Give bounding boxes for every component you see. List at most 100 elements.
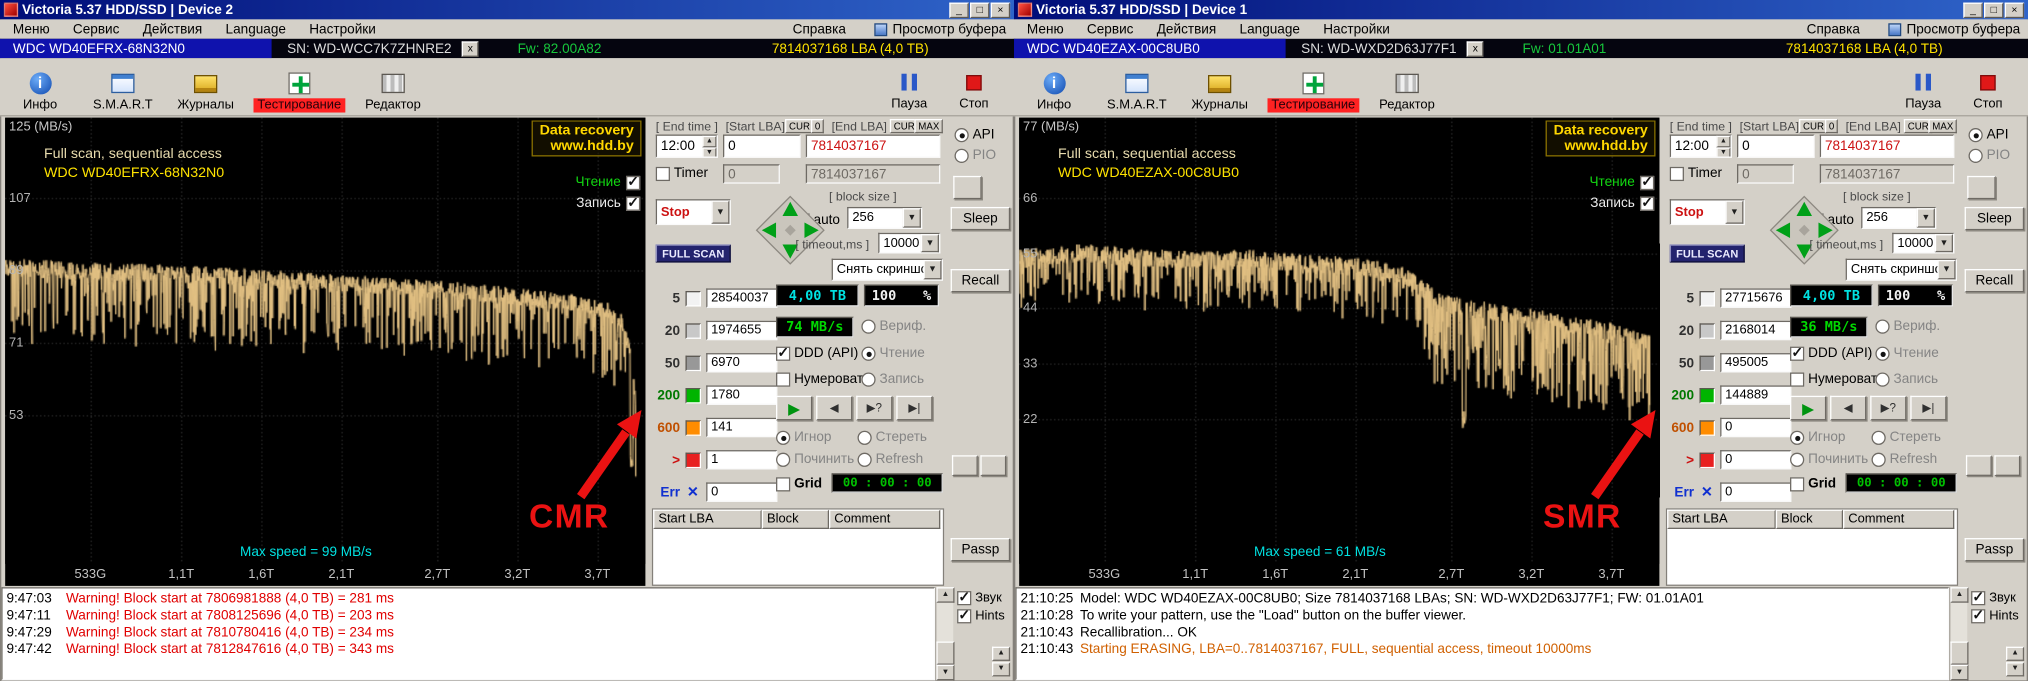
table-header[interactable]: Comment (1843, 510, 1954, 529)
log-scrollbar[interactable]: ▲ ▼ (1949, 587, 1967, 680)
api-radio[interactable] (955, 127, 969, 141)
side-mini-button-2[interactable] (1994, 455, 2020, 476)
block-size-select[interactable]: 256 ▼ (847, 207, 922, 229)
drive-model[interactable]: WDC WD40EZAX-00C8UB0 (1014, 39, 1286, 58)
pio-radio[interactable] (1969, 148, 1983, 162)
erase-radio[interactable] (1872, 430, 1886, 444)
dropdown-arrow-icon[interactable]: ▼ (1937, 260, 1955, 279)
recall-button[interactable]: Recall (1965, 269, 2024, 292)
erase-radio-group[interactable]: Стереть (1872, 429, 1941, 445)
grid-checkbox[interactable] (776, 477, 790, 491)
menu-item-help[interactable]: Справка (793, 21, 846, 37)
block-size-select[interactable]: 256 ▼ (1861, 207, 1936, 229)
mini-scroll-buttons[interactable]: ▲ ▼ (2006, 647, 2024, 677)
start-lba-cur-button[interactable]: CUR (1799, 119, 1828, 133)
start-test-button[interactable]: ▶ (1790, 396, 1826, 421)
sound-checkbox[interactable] (1971, 591, 1985, 605)
ddd-checkbox[interactable] (1790, 346, 1804, 360)
sound-checkbox-group[interactable]: Звук (957, 591, 1013, 605)
end-lba-max-button[interactable]: MAX (1928, 119, 1957, 133)
hints-checkbox-group[interactable]: Hints (957, 609, 1013, 623)
ignore-radio[interactable] (776, 430, 790, 444)
menu-item[interactable]: Действия (1157, 21, 1217, 37)
start-lba-input[interactable]: 0 (723, 135, 801, 158)
sound-checkbox-group[interactable]: Звук (1971, 591, 2027, 605)
timeout-select[interactable]: 10000 ▼ (1892, 233, 1954, 254)
refresh-radio-group[interactable]: Refresh (858, 451, 924, 467)
navigation-pad[interactable] (1768, 194, 1840, 266)
scan-end-action-select[interactable]: Stop ▼ (1670, 199, 1745, 225)
scan-end-action-select[interactable]: Stop ▼ (656, 199, 731, 225)
toolbar-button-1[interactable]: Инфо (1019, 61, 1089, 115)
ignore-radio-group[interactable]: Игнор (1790, 429, 1845, 445)
end-time-input[interactable]: 12:00 ▲▼ (1670, 135, 1732, 158)
start-lba-input[interactable]: 0 (1737, 135, 1815, 158)
write-radio[interactable] (1875, 372, 1889, 386)
toolbar-button-3[interactable]: Журналы (171, 61, 241, 115)
pause-button[interactable]: Пауза (1888, 59, 1958, 113)
hints-checkbox[interactable] (957, 609, 971, 623)
table-header[interactable]: Comment (829, 510, 940, 529)
pio-radio-group[interactable]: PIO (1969, 147, 2011, 163)
toolbar-button-5[interactable]: Редактор (358, 61, 428, 115)
drive-close-button[interactable]: x (462, 41, 479, 57)
to-end-button[interactable]: ▶| (896, 396, 932, 421)
menu-item[interactable]: Language (1240, 21, 1300, 37)
refresh-radio[interactable] (858, 452, 872, 466)
toolbar-button-4[interactable]: Тестирование (254, 61, 346, 115)
side-mini-button-1[interactable] (952, 455, 978, 476)
end-lba-input[interactable]: 7814037167 (1820, 135, 1955, 158)
sleep-button[interactable]: Sleep (1965, 207, 2024, 230)
api-radio-group[interactable]: API (955, 127, 995, 143)
table-header[interactable]: Block (1776, 510, 1843, 529)
api-radio[interactable] (1969, 127, 1983, 141)
start-lba-zero-button[interactable]: 0 (1825, 119, 1838, 133)
hints-checkbox[interactable] (1971, 609, 1985, 623)
dropdown-arrow-icon[interactable]: ▼ (923, 260, 941, 279)
close-button[interactable]: × (991, 2, 1010, 18)
minimize-button[interactable]: _ (949, 2, 968, 18)
pio-radio[interactable] (955, 148, 969, 162)
toolbar-button-3[interactable]: Журналы (1185, 61, 1255, 115)
maximize-button[interactable]: □ (1984, 2, 2003, 18)
next-defect-button[interactable]: ▶? (1870, 396, 1906, 421)
write-radio[interactable] (861, 372, 875, 386)
menu-item[interactable]: Настройки (1323, 21, 1390, 37)
sound-checkbox[interactable] (957, 591, 971, 605)
start-test-button[interactable]: ▶ (776, 396, 812, 421)
hints-checkbox-group[interactable]: Hints (1971, 609, 2027, 623)
grid-checkbox[interactable] (1790, 477, 1804, 491)
numerate-checkbox[interactable] (1790, 372, 1804, 386)
passport-button[interactable]: Passp (951, 538, 1010, 561)
mini-scroll-buttons[interactable]: ▲ ▼ (992, 647, 1010, 677)
ddd-checkbox-group[interactable]: DDD (API) (1790, 345, 1872, 361)
ddd-checkbox-group[interactable]: DDD (API) (776, 345, 858, 361)
read-radio-group[interactable]: Чтение (1875, 345, 1938, 361)
toolbar-button-2[interactable]: S.M.A.R.T (1102, 61, 1172, 115)
step-back-button[interactable]: ◀ (816, 396, 852, 421)
end-time-spinner[interactable]: ▲▼ (1716, 136, 1730, 157)
menu-item-help[interactable]: Справка (1807, 21, 1860, 37)
repair-radio[interactable] (776, 452, 790, 466)
side-small-button[interactable] (1967, 176, 1995, 199)
pause-button[interactable]: Пауза (874, 59, 944, 113)
timer-checkbox[interactable] (656, 166, 670, 180)
next-defect-button[interactable]: ▶? (856, 396, 892, 421)
pio-radio-group[interactable]: PIO (955, 147, 997, 163)
menu-item[interactable]: Настройки (309, 21, 376, 37)
menu-item[interactable]: Меню (13, 21, 50, 37)
defect-table[interactable]: Start LBABlockComment (1666, 508, 1958, 586)
to-end-button[interactable]: ▶| (1910, 396, 1946, 421)
toolbar-button-2[interactable]: S.M.A.R.T (88, 61, 158, 115)
repair-radio-group[interactable]: Починить (1790, 451, 1868, 467)
write-radio-group[interactable]: Запись (861, 371, 924, 387)
read-checkbox[interactable] (626, 175, 640, 189)
write-checkbox[interactable] (626, 196, 640, 210)
scroll-down-icon[interactable]: ▼ (1950, 665, 1968, 681)
menu-item-buffer-view[interactable]: Просмотр буфера (874, 21, 1006, 37)
navigation-pad[interactable] (754, 194, 826, 266)
scroll-down-icon[interactable]: ▼ (936, 665, 954, 681)
screenshot-select[interactable]: Снять скриншот ▼ (1846, 259, 1957, 281)
menu-item[interactable]: Действия (143, 21, 203, 37)
recall-button[interactable]: Recall (951, 269, 1010, 292)
